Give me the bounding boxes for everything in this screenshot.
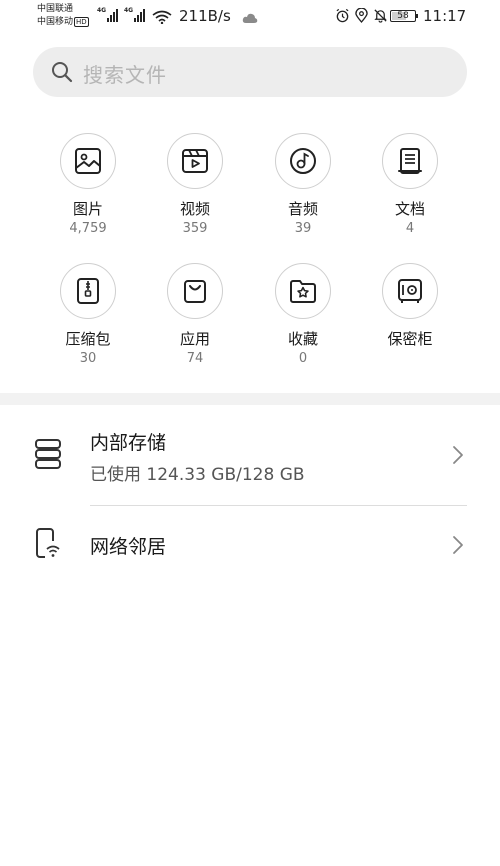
section-divider bbox=[0, 393, 500, 405]
app-bag-icon bbox=[167, 263, 223, 319]
list-divider bbox=[90, 505, 467, 506]
network-speed: 211B/s bbox=[179, 7, 231, 25]
image-icon bbox=[60, 133, 116, 189]
category-label: 视频 bbox=[179, 200, 210, 218]
storage-icon bbox=[33, 437, 63, 475]
location-icon bbox=[355, 8, 368, 23]
category-count: 4 bbox=[405, 221, 415, 236]
carrier-2: 中国移动 bbox=[37, 17, 74, 27]
safe-icon bbox=[382, 263, 438, 319]
category-label: 图片 bbox=[72, 200, 103, 218]
status-bar: 中国联通 中国移动 HD 4G 4G 211B/s 58 11:17 bbox=[0, 0, 500, 34]
favorites-icon bbox=[275, 263, 331, 319]
chevron-right-icon bbox=[452, 535, 464, 559]
carrier-1: 中国联通 bbox=[37, 4, 74, 14]
document-icon bbox=[382, 133, 438, 189]
wifi-icon bbox=[152, 9, 172, 28]
category-count: 4,759 bbox=[69, 221, 107, 236]
category-label: 文档 bbox=[394, 200, 425, 218]
search-bar[interactable]: 搜索文件 bbox=[33, 47, 467, 97]
category-count: 359 bbox=[182, 221, 208, 236]
search-placeholder: 搜索文件 bbox=[83, 63, 167, 87]
category-count: 39 bbox=[294, 221, 312, 236]
category-audio[interactable]: 音频 39 bbox=[248, 133, 358, 237]
alarm-icon bbox=[336, 8, 349, 23]
search-icon bbox=[51, 61, 73, 87]
list-item-title: 网络邻居 bbox=[90, 536, 167, 558]
hd-badge: HD bbox=[74, 16, 89, 27]
category-label: 压缩包 bbox=[65, 330, 111, 348]
category-label: 保密柜 bbox=[387, 330, 433, 348]
network-type-2: 4G bbox=[124, 7, 134, 14]
system-icons bbox=[335, 8, 388, 23]
list-item-network-neighborhood[interactable]: 网络邻居 bbox=[0, 510, 500, 580]
category-documents[interactable]: 文档 4 bbox=[355, 133, 465, 237]
clock: 11:17 bbox=[423, 7, 467, 25]
category-videos[interactable]: 视频 359 bbox=[140, 133, 250, 237]
category-apps[interactable]: 应用 74 bbox=[140, 263, 250, 367]
category-favorites[interactable]: 收藏 0 bbox=[248, 263, 358, 367]
category-count: 30 bbox=[79, 351, 97, 366]
chevron-right-icon bbox=[452, 445, 464, 469]
category-label: 音频 bbox=[287, 200, 318, 218]
carrier-info: 中国联通 中国移动 HD bbox=[37, 3, 89, 29]
list-item-title: 内部存储 bbox=[90, 432, 167, 454]
list-item-internal-storage[interactable]: 内部存储 已使用 124.33 GB/128 GB bbox=[0, 420, 500, 502]
storage-usage: 已使用 124.33 GB/128 GB bbox=[90, 465, 305, 485]
zip-icon bbox=[60, 263, 116, 319]
signal-2-icon: 4G bbox=[124, 7, 150, 28]
video-icon bbox=[167, 133, 223, 189]
cloud-icon bbox=[242, 9, 258, 28]
category-count: 0 bbox=[298, 351, 308, 366]
category-archives[interactable]: 压缩包 30 bbox=[33, 263, 143, 367]
network-type-1: 4G bbox=[97, 7, 107, 14]
category-images[interactable]: 图片 4,759 bbox=[33, 133, 143, 237]
category-count: 74 bbox=[186, 351, 204, 366]
network-device-icon bbox=[33, 527, 63, 565]
category-safe[interactable]: 保密柜 bbox=[355, 263, 465, 349]
category-label: 收藏 bbox=[287, 330, 318, 348]
audio-icon bbox=[275, 133, 331, 189]
category-label: 应用 bbox=[179, 330, 210, 348]
mute-icon bbox=[374, 9, 387, 23]
battery-icon: 58 bbox=[390, 10, 418, 22]
signal-1-icon: 4G bbox=[97, 7, 123, 28]
battery-level: 58 bbox=[397, 11, 409, 21]
